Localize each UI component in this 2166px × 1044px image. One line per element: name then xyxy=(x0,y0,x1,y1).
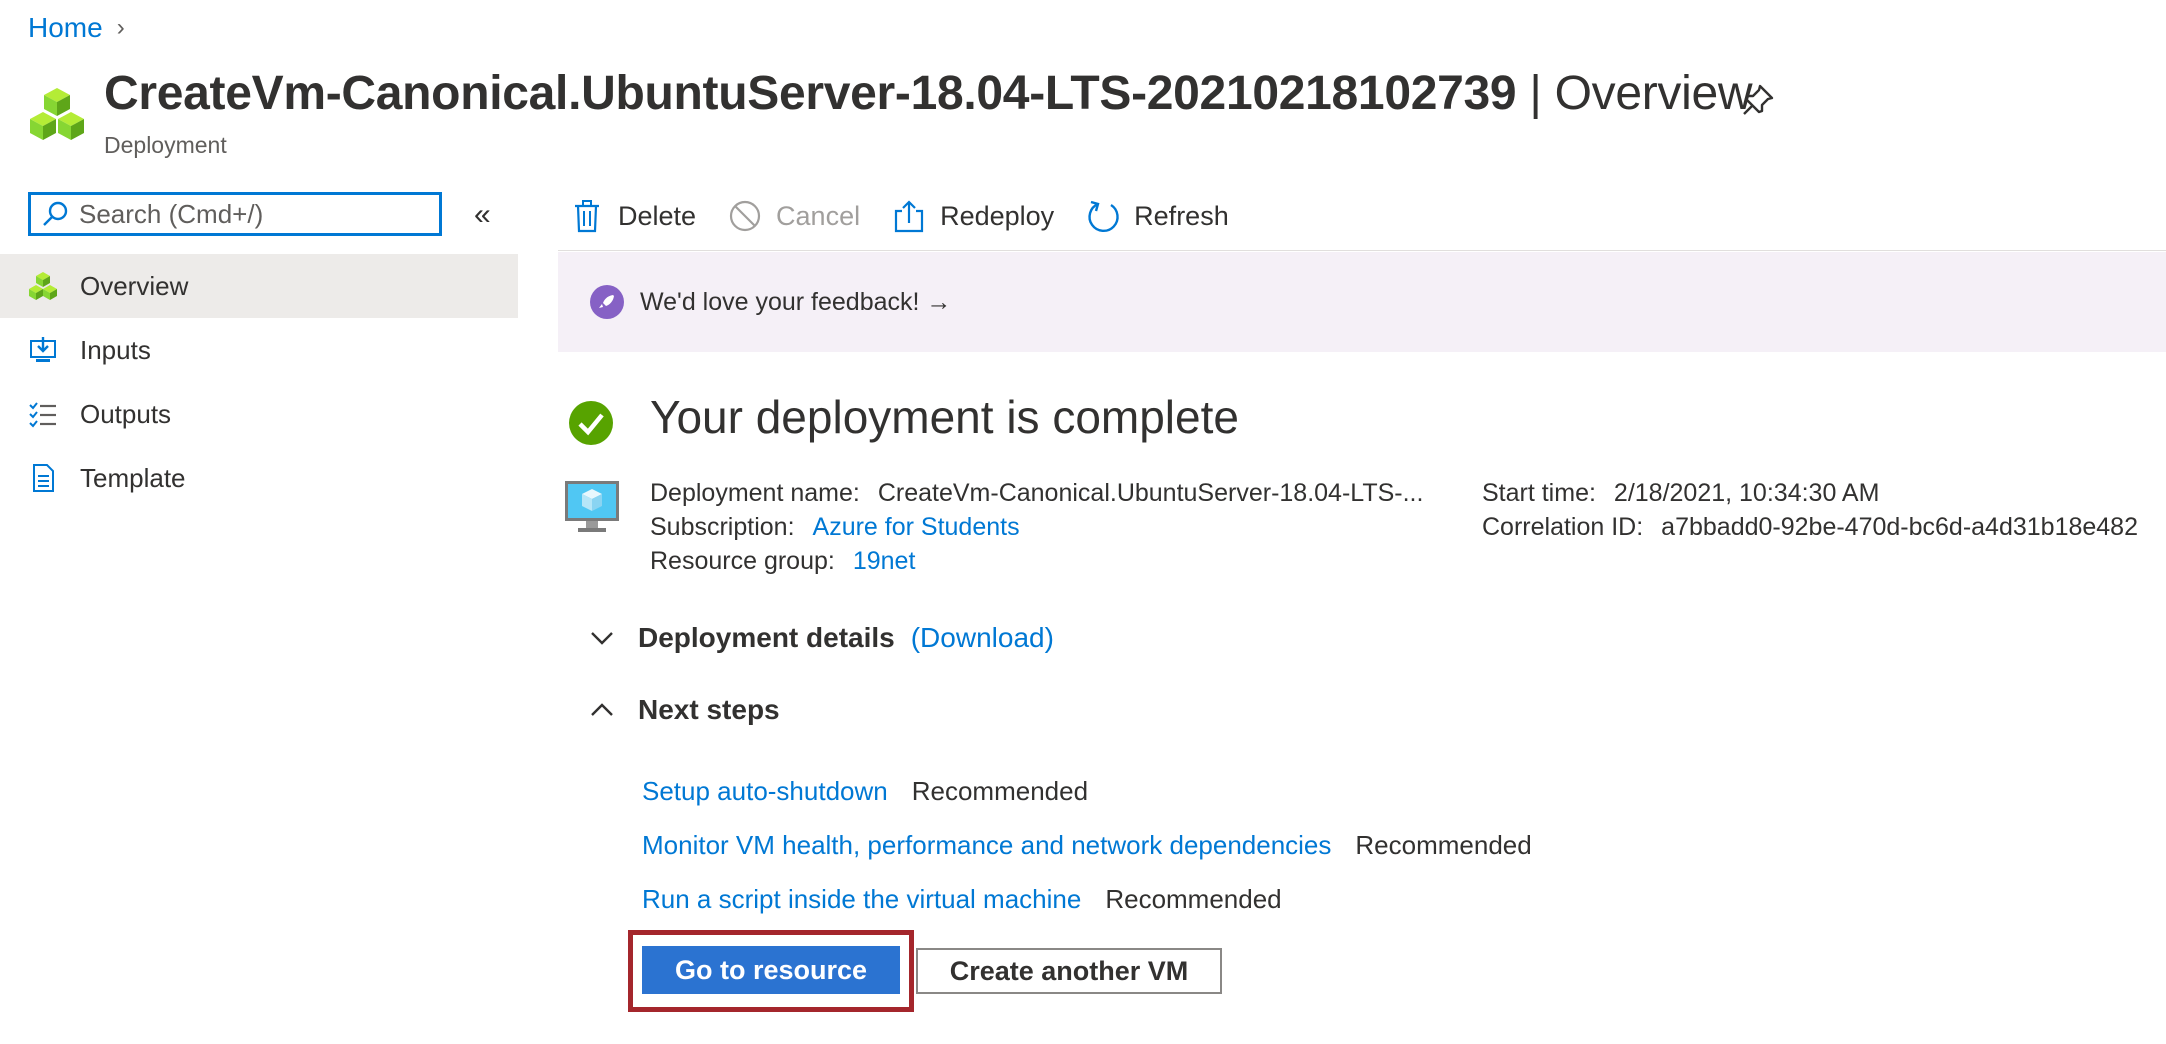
virtual-machine-icon xyxy=(565,481,619,532)
sidebar-item-outputs[interactable]: Outputs xyxy=(0,382,518,446)
next-steps-toggle[interactable]: Next steps xyxy=(588,694,780,726)
toolbar-divider xyxy=(558,250,2166,251)
chevron-right-icon: › xyxy=(116,14,125,41)
search-icon xyxy=(43,201,68,226)
deployment-info-left: Deployment name: CreateVm-Canonical.Ubunt… xyxy=(650,476,1423,578)
recommended-tag: Recommended xyxy=(911,775,1089,806)
sidebar-item-label: Overview xyxy=(80,270,189,301)
next-steps-list: Setup auto-shutdown Recommended Monitor … xyxy=(642,764,1532,926)
recommended-tag: Recommended xyxy=(1355,829,1532,860)
create-another-vm-button[interactable]: Create another VM xyxy=(916,948,1222,994)
template-icon xyxy=(33,464,54,492)
subscription-label: Subscription: xyxy=(650,513,795,541)
sidebar-item-label: Inputs xyxy=(80,334,151,365)
cancel-circle-icon xyxy=(729,200,761,232)
start-time-label: Start time: xyxy=(1482,479,1596,507)
page-title-name: CreateVm-Canonical.UbuntuServer-18.04-LT… xyxy=(104,67,1517,120)
refresh-icon xyxy=(1088,200,1119,233)
pin-icon[interactable] xyxy=(1740,82,1776,118)
page-title-separator: | xyxy=(1529,67,1542,120)
monitor-vm-health-link[interactable]: Monitor VM health, performance and netwo… xyxy=(642,830,1331,861)
delete-button[interactable]: Delete xyxy=(570,199,696,233)
feedback-banner[interactable]: We'd love your feedback! → xyxy=(558,252,2166,352)
cancel-button[interactable]: Cancel xyxy=(728,199,860,233)
inputs-icon xyxy=(30,337,56,362)
rocket-icon xyxy=(590,285,624,319)
start-time-value: 2/18/2021, 10:34:30 AM xyxy=(1613,479,1880,507)
correlation-id-value: a7bbadd0-92be-470d-bc6d-a4d31b18e482 xyxy=(1661,513,2138,541)
list-item: Run a script inside the virtual machine … xyxy=(642,872,1532,926)
page-title-suffix: Overview xyxy=(1554,67,1753,120)
setup-auto-shutdown-link[interactable]: Setup auto-shutdown xyxy=(642,776,888,807)
sidebar-item-label: Template xyxy=(80,462,186,493)
deployment-details-label: Deployment details xyxy=(638,622,895,653)
command-toolbar: Delete Cancel Redeploy Refresh xyxy=(570,192,1261,240)
page-subtitle: Deployment xyxy=(104,132,227,158)
subscription-link[interactable]: Azure for Students xyxy=(813,513,1020,541)
page-title: CreateVm-Canonical.UbuntuServer-18.04-LT… xyxy=(104,66,1753,121)
run-script-link[interactable]: Run a script inside the virtual machine xyxy=(642,884,1081,915)
refresh-label: Refresh xyxy=(1134,200,1229,231)
deployment-cubes-icon xyxy=(30,88,84,140)
cancel-label: Cancel xyxy=(776,200,861,231)
redeploy-button[interactable]: Redeploy xyxy=(892,199,1054,233)
download-link[interactable]: (Download) xyxy=(911,622,1054,654)
resource-group-link[interactable]: 19net xyxy=(853,547,916,575)
resource-group-label: Resource group: xyxy=(650,547,835,575)
delete-label: Delete xyxy=(618,200,697,231)
sidebar-nav: Overview Inputs Outputs Template xyxy=(0,254,518,510)
deployment-name-value: CreateVm-Canonical.UbuntuServer-18.04-LT… xyxy=(877,479,1424,507)
breadcrumb-home-link[interactable]: Home xyxy=(28,12,103,44)
search-input[interactable] xyxy=(77,197,421,231)
breadcrumb: Home › xyxy=(28,12,125,44)
deployment-info-right: Start time: 2/18/2021, 10:34:30 AM Correl… xyxy=(1482,476,2166,544)
sidebar-item-inputs[interactable]: Inputs xyxy=(0,318,518,382)
sidebar-item-template[interactable]: Template xyxy=(0,446,518,510)
chevron-up-icon xyxy=(591,703,613,716)
refresh-button[interactable]: Refresh xyxy=(1086,199,1229,233)
recommended-tag: Recommended xyxy=(1105,883,1282,914)
go-to-resource-button[interactable]: Go to resource xyxy=(642,946,900,994)
sidebar-item-label: Outputs xyxy=(80,398,172,429)
deployment-details-toggle[interactable]: Deployment details (Download) xyxy=(588,622,1054,654)
correlation-id-label: Correlation ID: xyxy=(1482,513,1644,541)
deployment-name-label: Deployment name: xyxy=(650,479,860,507)
search-box[interactable] xyxy=(28,192,442,236)
overview-cubes-icon xyxy=(29,272,57,300)
success-check-icon xyxy=(569,401,613,445)
collapse-sidebar-button[interactable]: « xyxy=(474,198,491,232)
trash-icon xyxy=(575,200,599,233)
sidebar-item-overview[interactable]: Overview xyxy=(0,254,518,318)
deployment-status-heading: Your deployment is complete xyxy=(650,391,1239,443)
outputs-icon xyxy=(29,402,56,428)
list-item: Monitor VM health, performance and netwo… xyxy=(642,818,1532,872)
redeploy-label: Redeploy xyxy=(940,200,1055,231)
upload-icon xyxy=(894,200,924,233)
feedback-text: We'd love your feedback! → xyxy=(640,287,952,316)
chevron-down-icon xyxy=(591,632,613,645)
next-steps-label: Next steps xyxy=(638,694,780,725)
list-item: Setup auto-shutdown Recommended xyxy=(642,764,1532,818)
